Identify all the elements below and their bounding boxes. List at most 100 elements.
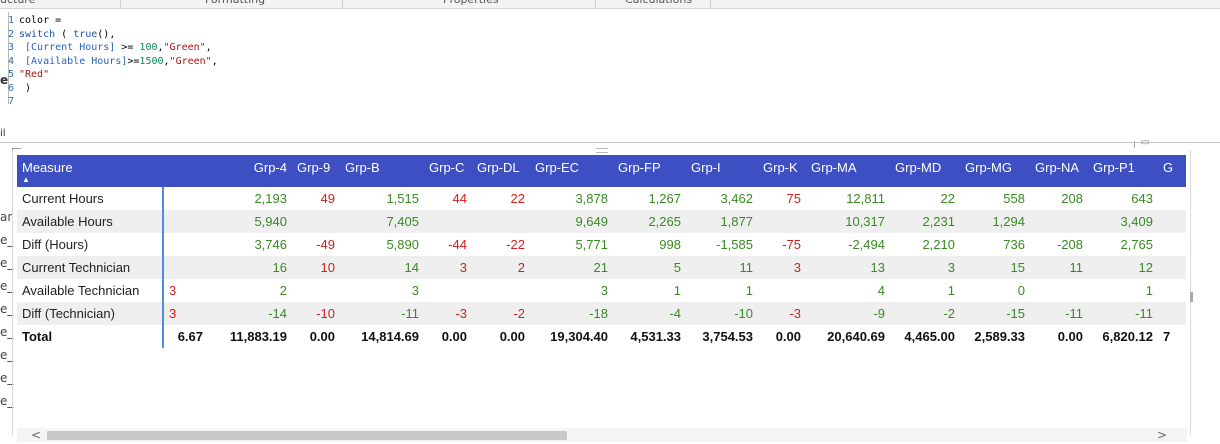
matrix-cell[interactable]: 9,649 — [530, 210, 613, 233]
matrix-cell[interactable]: -10 — [686, 302, 758, 325]
total-cell[interactable]: 6.67 — [163, 325, 208, 348]
matrix-cell[interactable] — [163, 187, 208, 210]
row-header[interactable]: Current Hours — [17, 187, 164, 210]
matrix-cell[interactable]: 2 — [208, 279, 292, 302]
row-header[interactable]: Diff (Technician) — [17, 302, 164, 325]
matrix-cell[interactable]: 736 — [960, 233, 1030, 256]
matrix-cell[interactable]: 75 — [758, 187, 806, 210]
matrix-cell[interactable]: 3,409 — [1088, 210, 1158, 233]
sort-ascending-icon[interactable]: ▲ — [22, 176, 158, 184]
total-cell[interactable]: 4,465.00 — [890, 325, 960, 348]
matrix-cell[interactable]: -18 — [530, 302, 613, 325]
matrix-cell[interactable] — [163, 210, 208, 233]
matrix-cell[interactable]: -10 — [292, 302, 340, 325]
total-cell[interactable]: 0.00 — [424, 325, 472, 348]
visual-header-icons[interactable]: ╷ ▭ — [1131, 137, 1150, 148]
total-cell[interactable]: 6,820.12 — [1088, 325, 1158, 348]
matrix-cell[interactable]: 5,771 — [530, 233, 613, 256]
column-header[interactable]: Grp-K — [758, 155, 806, 187]
matrix-cell[interactable]: 208 — [1030, 187, 1088, 210]
column-header[interactable]: Grp-4 — [208, 155, 292, 187]
column-header[interactable] — [163, 155, 208, 187]
ribbon-tab-calculations[interactable]: Calculations — [625, 0, 692, 8]
row-header[interactable]: Current Technician — [17, 256, 164, 279]
total-cell[interactable]: 4,531.33 — [613, 325, 686, 348]
total-cell[interactable]: 2,589.33 — [960, 325, 1030, 348]
column-header[interactable]: Grp-9 — [292, 155, 340, 187]
column-header[interactable]: Grp-FP — [613, 155, 686, 187]
matrix-cell[interactable]: 5,940 — [208, 210, 292, 233]
matrix-cell[interactable]: 2,210 — [890, 233, 960, 256]
matrix-cell[interactable]: 3 — [163, 279, 208, 302]
total-cell[interactable]: 3,754.53 — [686, 325, 758, 348]
matrix-cell[interactable]: 2,265 — [613, 210, 686, 233]
matrix-cell[interactable]: -22 — [472, 233, 530, 256]
matrix-cell[interactable]: -2 — [890, 302, 960, 325]
matrix-cell[interactable] — [1158, 302, 1186, 325]
total-cell[interactable]: 0.00 — [472, 325, 530, 348]
total-row-header[interactable]: Total — [17, 325, 164, 348]
column-header[interactable]: G — [1158, 155, 1186, 187]
matrix-cell[interactable] — [424, 279, 472, 302]
matrix-cell[interactable]: 1,515 — [340, 187, 424, 210]
total-cell[interactable]: 14,814.69 — [340, 325, 424, 348]
matrix-cell[interactable]: -3 — [424, 302, 472, 325]
column-header[interactable]: Grp-DL — [472, 155, 530, 187]
total-cell[interactable]: 7 — [1158, 325, 1186, 348]
matrix-cell[interactable]: 12 — [1088, 256, 1158, 279]
matrix-cell[interactable]: 643 — [1088, 187, 1158, 210]
matrix-cell[interactable]: 1 — [686, 279, 758, 302]
matrix-cell[interactable] — [1158, 233, 1186, 256]
matrix-visual[interactable]: Measure ▲ Grp-4 Grp-9 Grp-B Grp-C Grp-DL Grp-EC… — [17, 155, 1186, 348]
matrix-cell[interactable]: 13 — [806, 256, 890, 279]
matrix-cell[interactable]: -9 — [806, 302, 890, 325]
matrix-cell[interactable]: 2,231 — [890, 210, 960, 233]
matrix-cell[interactable]: -44 — [424, 233, 472, 256]
matrix-cell[interactable] — [424, 210, 472, 233]
matrix-cell[interactable]: -208 — [1030, 233, 1088, 256]
matrix-cell[interactable] — [472, 210, 530, 233]
matrix-cell[interactable]: 3 — [340, 279, 424, 302]
matrix-cell[interactable]: 3 — [530, 279, 613, 302]
matrix-cell[interactable] — [1158, 210, 1186, 233]
row-header[interactable]: Diff (Hours) — [17, 233, 164, 256]
matrix-cell[interactable]: 22 — [890, 187, 960, 210]
matrix-cell[interactable] — [1030, 279, 1088, 302]
matrix-cell[interactable]: 1,877 — [686, 210, 758, 233]
matrix-cell[interactable] — [1158, 187, 1186, 210]
matrix-cell[interactable]: 2,193 — [208, 187, 292, 210]
matrix-cell[interactable]: 1 — [1088, 279, 1158, 302]
column-header[interactable]: Grp-C — [424, 155, 472, 187]
column-header[interactable]: Grp-MG — [960, 155, 1030, 187]
matrix-cell[interactable]: -4 — [613, 302, 686, 325]
total-cell[interactable]: 0.00 — [292, 325, 340, 348]
matrix-cell[interactable]: 14 — [340, 256, 424, 279]
column-header[interactable]: Grp-NA — [1030, 155, 1088, 187]
matrix-cell[interactable]: 49 — [292, 187, 340, 210]
matrix-cell[interactable]: 2,765 — [1088, 233, 1158, 256]
matrix-cell[interactable]: 1 — [613, 279, 686, 302]
column-header[interactable]: Grp-I — [686, 155, 758, 187]
matrix-cell[interactable]: 3 — [424, 256, 472, 279]
visual-resize-handle[interactable] — [1190, 292, 1193, 302]
matrix-cell[interactable]: 0 — [960, 279, 1030, 302]
matrix-cell[interactable] — [1030, 210, 1088, 233]
matrix-cell[interactable]: 10,317 — [806, 210, 890, 233]
total-cell[interactable]: 0.00 — [758, 325, 806, 348]
column-header[interactable]: Grp-B — [340, 155, 424, 187]
matrix-cell[interactable] — [472, 279, 530, 302]
ribbon-tab-formatting[interactable]: Formatting — [205, 0, 265, 8]
matrix-cell[interactable]: 1 — [890, 279, 960, 302]
row-header[interactable]: Available Hours — [17, 210, 164, 233]
matrix-cell[interactable]: 11 — [1030, 256, 1088, 279]
matrix-cell[interactable]: 4 — [806, 279, 890, 302]
matrix-cell[interactable]: -2 — [472, 302, 530, 325]
matrix-cell[interactable]: -11 — [340, 302, 424, 325]
matrix-cell[interactable]: 10 — [292, 256, 340, 279]
matrix-cell[interactable]: -2,494 — [806, 233, 890, 256]
total-cell[interactable]: 0.00 — [1030, 325, 1088, 348]
scrollbar-thumb[interactable] — [47, 431, 567, 440]
matrix-cell[interactable]: 558 — [960, 187, 1030, 210]
matrix-cell[interactable] — [292, 279, 340, 302]
horizontal-scrollbar[interactable]: < > — [17, 428, 1187, 442]
